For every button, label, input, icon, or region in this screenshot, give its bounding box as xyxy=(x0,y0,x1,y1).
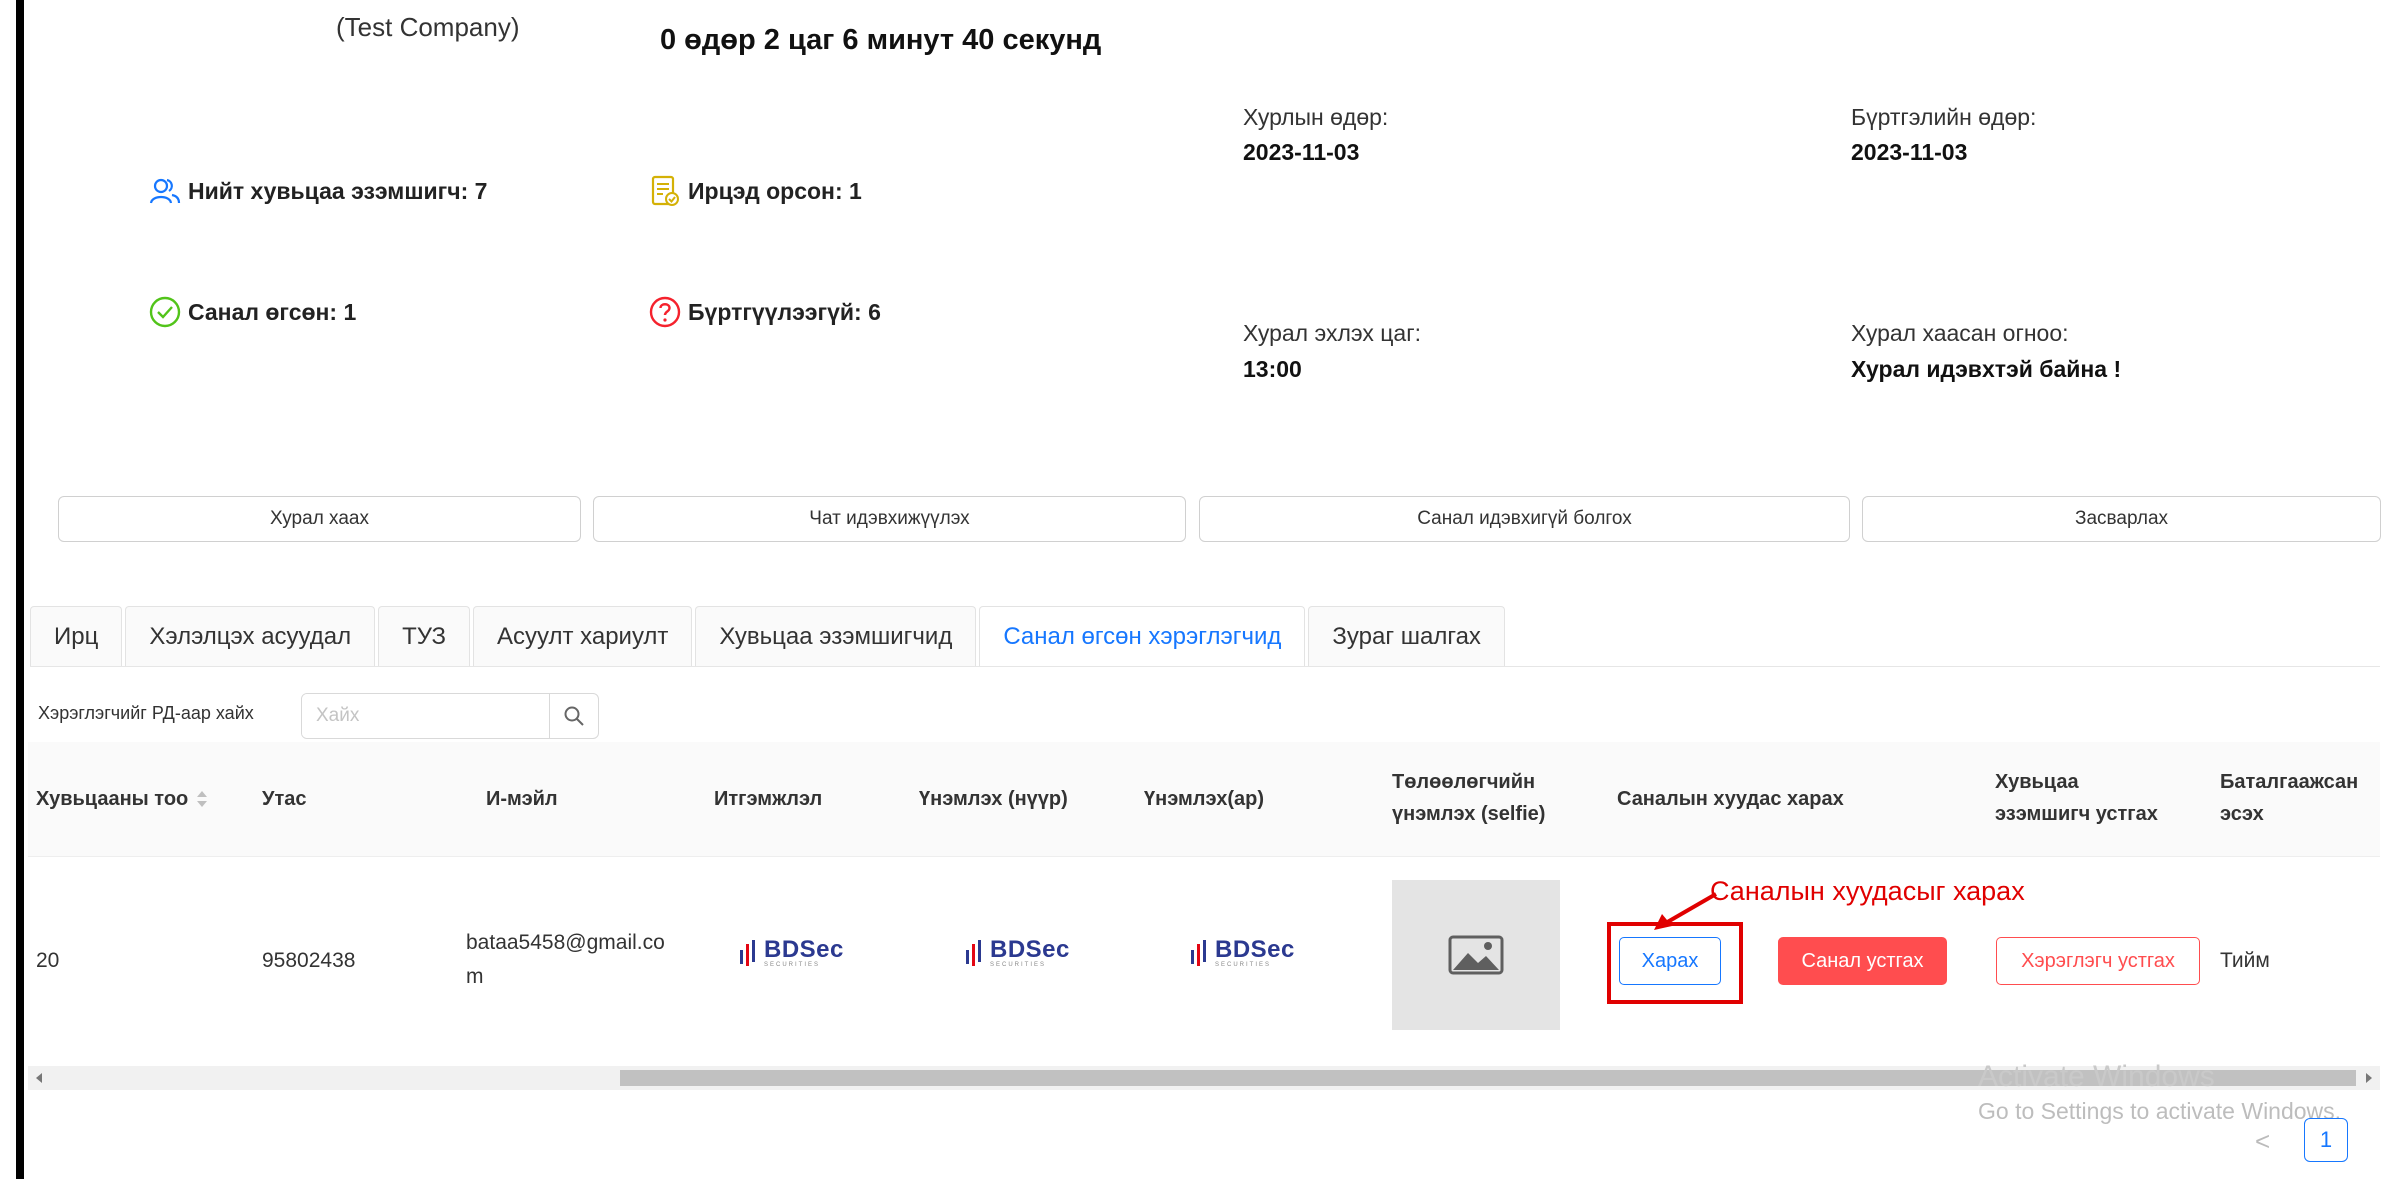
column-id-front: Үнэмлэх (нүүр) xyxy=(919,788,1068,810)
sort-icon[interactable] xyxy=(196,789,208,809)
check-circle-icon xyxy=(149,296,181,328)
tab-shareholders[interactable]: Хувьцаа эзэмшигчид xyxy=(695,606,977,666)
remove-vote-button[interactable]: Санал устгах xyxy=(1778,937,1947,985)
column-email: И-мэйл xyxy=(486,788,558,810)
stat-total-holders-text: Нийт хувьцаа эзэмшигч: 7 xyxy=(188,177,488,204)
enable-chat-button[interactable]: Чат идэвхижүүлэх xyxy=(593,496,1186,542)
column-shares-label: Хувьцааны тоо xyxy=(36,788,189,810)
tab-divider xyxy=(30,666,2380,667)
id-front-logo[interactable]: BDSec SECURITIES xyxy=(964,938,1070,968)
cell-email: bataa5458@gmail.com xyxy=(466,931,665,988)
question-circle-icon xyxy=(649,296,681,328)
column-verified: Баталгаажсан эсэх xyxy=(2220,771,2359,825)
search-box xyxy=(301,693,599,739)
windows-watermark-title: Activate Windows xyxy=(1978,1060,2215,1093)
start-time-value: 13:00 xyxy=(1243,356,1302,382)
windows-watermark-subtitle: Go to Settings to activate Windows. xyxy=(1978,1098,2342,1124)
tab-qa[interactable]: Асуулт хариулт xyxy=(472,606,693,666)
stat-voted-text: Санал өгсөн: 1 xyxy=(188,298,357,325)
pagination-prev[interactable]: < xyxy=(2255,1126,2270,1157)
search-label: Хэрэглэгчийг РД-аар хайх xyxy=(38,703,254,723)
annotation-text: Саналын хуудасыг харах xyxy=(1710,876,2025,906)
tab-bar: Ирц Хэлэлцэх асуудал ТУЗ Асуулт хариулт … xyxy=(30,606,1508,666)
search-icon xyxy=(564,706,584,726)
close-meeting-button[interactable]: Хурал хаах xyxy=(58,496,581,542)
users-icon xyxy=(149,178,181,204)
search-button[interactable] xyxy=(549,694,598,738)
scroll-left-icon[interactable] xyxy=(32,1070,46,1086)
meeting-end-label: Хурал хаасан огноо: xyxy=(1851,320,2069,346)
cell-verified: Тийм xyxy=(2220,949,2270,972)
stat-unregistered: Бүртгүүлээгүй: 6 xyxy=(648,295,881,329)
cell-phone: 95802438 xyxy=(262,949,356,972)
stat-attended: Ирцэд орсон: 1 xyxy=(648,174,862,208)
stat-voted: Санал өгсөн: 1 xyxy=(148,295,356,329)
stat-total-holders: Нийт хувьцаа эзэмшигч: 7 xyxy=(148,174,487,208)
bdsec-bars-icon xyxy=(740,940,755,966)
id-front-logo-text: BDSec xyxy=(990,936,1070,963)
company-name: (Test Company) xyxy=(336,12,520,42)
proxy-logo-text: BDSec xyxy=(764,936,844,963)
pagination-page-1[interactable]: 1 xyxy=(2304,1118,2348,1162)
column-proxy: Итгэмжлэл xyxy=(714,788,823,810)
cell-shares: 20 xyxy=(36,949,60,972)
image-placeholder-icon xyxy=(1448,935,1504,975)
edit-button[interactable]: Засварлах xyxy=(1862,496,2381,542)
column-phone: Утас xyxy=(262,788,307,810)
stat-unregistered-text: Бүртгүүлээгүй: 6 xyxy=(688,298,881,325)
search-input[interactable] xyxy=(302,694,549,738)
selfie-placeholder[interactable] xyxy=(1392,880,1560,1030)
registration-date-value: 2023-11-03 xyxy=(1851,139,1968,165)
registration-date-label: Бүртгэлийн өдөр: xyxy=(1851,104,2037,130)
id-back-logo[interactable]: BDSec SECURITIES xyxy=(1189,938,1295,968)
tab-board[interactable]: ТУЗ xyxy=(378,606,470,666)
proxy-logo[interactable]: BDSec SECURITIES xyxy=(738,938,844,968)
remove-user-button[interactable]: Хэрэглэгч устгах xyxy=(1996,937,2200,985)
meeting-date-value: 2023-11-03 xyxy=(1243,139,1360,165)
column-selfie: Төлөөлөгчийн үнэмлэх (selfie) xyxy=(1392,771,1546,825)
column-shares[interactable]: Хувьцааны тоо xyxy=(36,783,208,815)
countdown-timer: 0 өдөр 2 цаг 6 минут 40 секунд xyxy=(660,24,1102,56)
tab-agenda[interactable]: Хэлэлцэх асуудал xyxy=(125,606,376,666)
start-time-label: Хурал эхлэх цаг: xyxy=(1243,320,1421,346)
stat-attended-text: Ирцэд орсон: 1 xyxy=(688,177,862,204)
meeting-end-value: Хурал идэвхтэй байна ! xyxy=(1851,356,2122,382)
tab-voted-users[interactable]: Санал өгсөн хэрэглэгчид xyxy=(979,606,1306,666)
disable-voting-button[interactable]: Санал идэвхигүй болгох xyxy=(1199,496,1850,542)
column-view-ballot: Саналын хуудас харах xyxy=(1617,788,1844,810)
tab-image-check[interactable]: Зураг шалгах xyxy=(1308,606,1505,666)
column-id-back: Үнэмлэх(ар) xyxy=(1144,788,1265,810)
bdsec-bars-icon xyxy=(966,940,981,966)
tab-attendance[interactable]: Ирц xyxy=(30,606,123,666)
table-header: Хувьцааны тоо Утас И-мэйл Итгэмжлэл Үнэм… xyxy=(28,742,2380,857)
column-remove-holder: Хувьцаа эзэмшигч устгах xyxy=(1995,771,2158,825)
left-border xyxy=(16,0,24,1179)
bdsec-bars-icon xyxy=(1191,940,1206,966)
attendance-doc-icon xyxy=(651,175,679,206)
annotation-highlight-box xyxy=(1607,922,1743,1004)
meeting-date-label: Хурлын өдөр: xyxy=(1243,104,1389,130)
id-back-logo-text: BDSec xyxy=(1215,936,1295,963)
scroll-right-icon[interactable] xyxy=(2362,1070,2376,1086)
